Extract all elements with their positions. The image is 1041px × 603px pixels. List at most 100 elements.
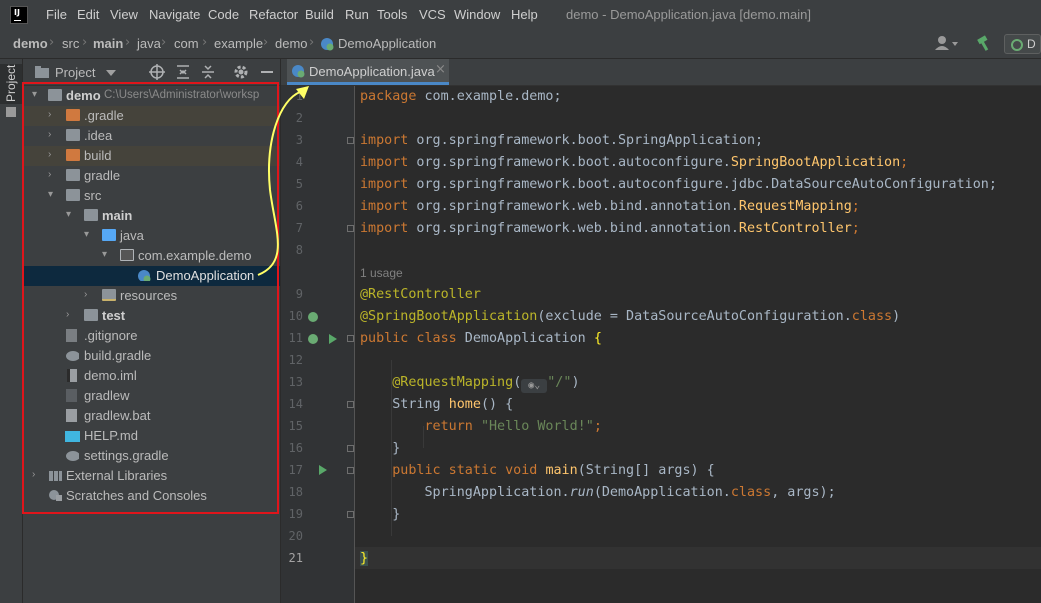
- spring-bean-icon[interactable]: [308, 334, 318, 344]
- folder-icon: [66, 169, 80, 181]
- tree-item[interactable]: gradlew.bat: [23, 406, 280, 426]
- code-line: import org.springframework.boot.autoconf…: [360, 155, 909, 170]
- url-inlay-globe-icon[interactable]: ◉⌄: [521, 379, 548, 393]
- line-number: 6: [295, 199, 303, 213]
- line-number: 5: [295, 177, 303, 191]
- menu-view[interactable]: View: [110, 7, 138, 22]
- excluded-folder-icon: [66, 109, 80, 121]
- fold-marker-icon[interactable]: [347, 511, 354, 518]
- tree-item[interactable]: Scratches and Consoles: [23, 486, 280, 506]
- structure-icon[interactable]: [6, 107, 16, 117]
- close-icon[interactable]: ×: [435, 62, 446, 77]
- breadcrumb-item[interactable]: demo: [13, 36, 48, 51]
- fold-marker-icon[interactable]: [347, 467, 354, 474]
- code-line: public static void main(String[] args) {: [392, 463, 715, 478]
- menu-help[interactable]: Help: [511, 7, 538, 22]
- tree-item[interactable]: ▾ main: [23, 206, 280, 226]
- breadcrumb-item[interactable]: com: [174, 36, 199, 51]
- tree-item[interactable]: › build: [23, 146, 280, 166]
- tree-root-demo[interactable]: ▾ demo C:\Users\Administrator\worksp: [23, 86, 280, 106]
- locate-file-icon[interactable]: [149, 64, 165, 80]
- gear-icon[interactable]: [233, 64, 249, 80]
- menu-file[interactable]: File: [46, 7, 67, 22]
- fold-marker-icon[interactable]: [347, 225, 354, 232]
- fold-marker-icon[interactable]: [347, 335, 354, 342]
- tab-demo-application[interactable]: DemoApplication.java ×: [287, 59, 449, 85]
- library-icon: [49, 471, 62, 481]
- run-config-label: D: [1027, 37, 1036, 51]
- tree-item[interactable]: build.gradle: [23, 346, 280, 366]
- menu-tools[interactable]: Tools: [377, 7, 407, 22]
- usage-hint[interactable]: 1 usage: [360, 266, 403, 280]
- breadcrumb-item[interactable]: src: [62, 36, 79, 51]
- menu-run[interactable]: Run: [345, 7, 369, 22]
- spring-bean-icon[interactable]: [308, 312, 318, 322]
- intellij-logo-icon[interactable]: IJ: [10, 6, 28, 24]
- menu-build[interactable]: Build: [305, 7, 334, 22]
- tree-item[interactable]: demo.iml: [23, 366, 280, 386]
- code-editor[interactable]: package com.example.demo; import org.spr…: [355, 86, 1041, 603]
- menu-refactor[interactable]: Refactor: [249, 7, 298, 22]
- tree-item[interactable]: › .gradle: [23, 106, 280, 126]
- tree-item[interactable]: settings.gradle: [23, 446, 280, 466]
- tree-item[interactable]: › .idea: [23, 126, 280, 146]
- line-number: 16: [288, 441, 303, 455]
- folder-icon: [84, 309, 98, 321]
- editor-gutter: 1 2 3 4 5 6 7 8 9 10 11 12 13 14 15 16 1…: [281, 86, 355, 603]
- fold-marker-icon[interactable]: [347, 401, 354, 408]
- breadcrumb-item[interactable]: java: [137, 36, 161, 51]
- menu-code[interactable]: Code: [208, 7, 239, 22]
- tree-item[interactable]: ▾ src: [23, 186, 280, 206]
- breadcrumb-item[interactable]: demo: [275, 36, 308, 51]
- spring-class-icon: [138, 270, 151, 281]
- tree-item[interactable]: HELP.md: [23, 426, 280, 446]
- menu-window[interactable]: Window: [454, 7, 500, 22]
- tree-item[interactable]: › gradle: [23, 166, 280, 186]
- fold-marker-icon[interactable]: [347, 445, 354, 452]
- folder-view-icon: [35, 66, 49, 78]
- breadcrumb-item[interactable]: DemoApplication: [338, 36, 436, 51]
- code-line: return "Hello World!";: [424, 419, 602, 434]
- tree-item[interactable]: › test: [23, 306, 280, 326]
- editor-tabs: DemoApplication.java ×: [281, 59, 1041, 86]
- hide-panel-icon[interactable]: [260, 64, 274, 80]
- tree-item[interactable]: › resources: [23, 286, 280, 306]
- run-gutter-icon[interactable]: [329, 334, 337, 344]
- build-hammer-icon[interactable]: [975, 34, 993, 52]
- line-number: 3: [295, 133, 303, 147]
- code-line: }: [392, 441, 401, 456]
- text-file-icon: [66, 409, 77, 422]
- fold-marker-icon[interactable]: [347, 137, 354, 144]
- spring-config-icon: [1011, 39, 1023, 51]
- menu-navigate[interactable]: Navigate: [149, 7, 200, 22]
- project-tool-window-tab[interactable]: Project: [0, 64, 22, 104]
- line-number: 12: [288, 353, 303, 367]
- run-gutter-icon[interactable]: [319, 465, 327, 475]
- module-folder-icon: [48, 89, 62, 101]
- expand-all-icon[interactable]: [175, 64, 191, 80]
- current-line-highlight: [355, 547, 1041, 569]
- tree-item[interactable]: ▾ java: [23, 226, 280, 246]
- menu-edit[interactable]: Edit: [77, 7, 99, 22]
- tree-item[interactable]: ▾ com.example.demo: [23, 246, 280, 266]
- menu-vcs[interactable]: VCS: [419, 7, 446, 22]
- line-number: 11: [288, 331, 303, 345]
- spring-class-icon: [292, 65, 305, 78]
- run-configuration-selector[interactable]: D: [1004, 34, 1041, 54]
- tree-item-selected[interactable]: DemoApplication: [23, 266, 280, 286]
- tree-item[interactable]: › External Libraries: [23, 466, 280, 486]
- line-number: 15: [288, 419, 303, 433]
- line-number: 1: [295, 89, 303, 103]
- code-line: SpringApplication.run(DemoApplication.cl…: [424, 485, 836, 500]
- scratches-icon: [49, 490, 62, 501]
- breadcrumb-item[interactable]: main: [93, 36, 123, 51]
- project-panel-header: Project: [23, 59, 280, 86]
- tree-item[interactable]: .gitignore: [23, 326, 280, 346]
- breadcrumb-item[interactable]: example: [214, 36, 263, 51]
- line-number: 7: [295, 221, 303, 235]
- collapse-all-icon[interactable]: [200, 64, 216, 80]
- chevron-down-icon[interactable]: [106, 69, 116, 77]
- user-dropdown-icon[interactable]: [934, 34, 960, 52]
- tree-item[interactable]: gradlew: [23, 386, 280, 406]
- code-line: public class DemoApplication {: [360, 331, 602, 346]
